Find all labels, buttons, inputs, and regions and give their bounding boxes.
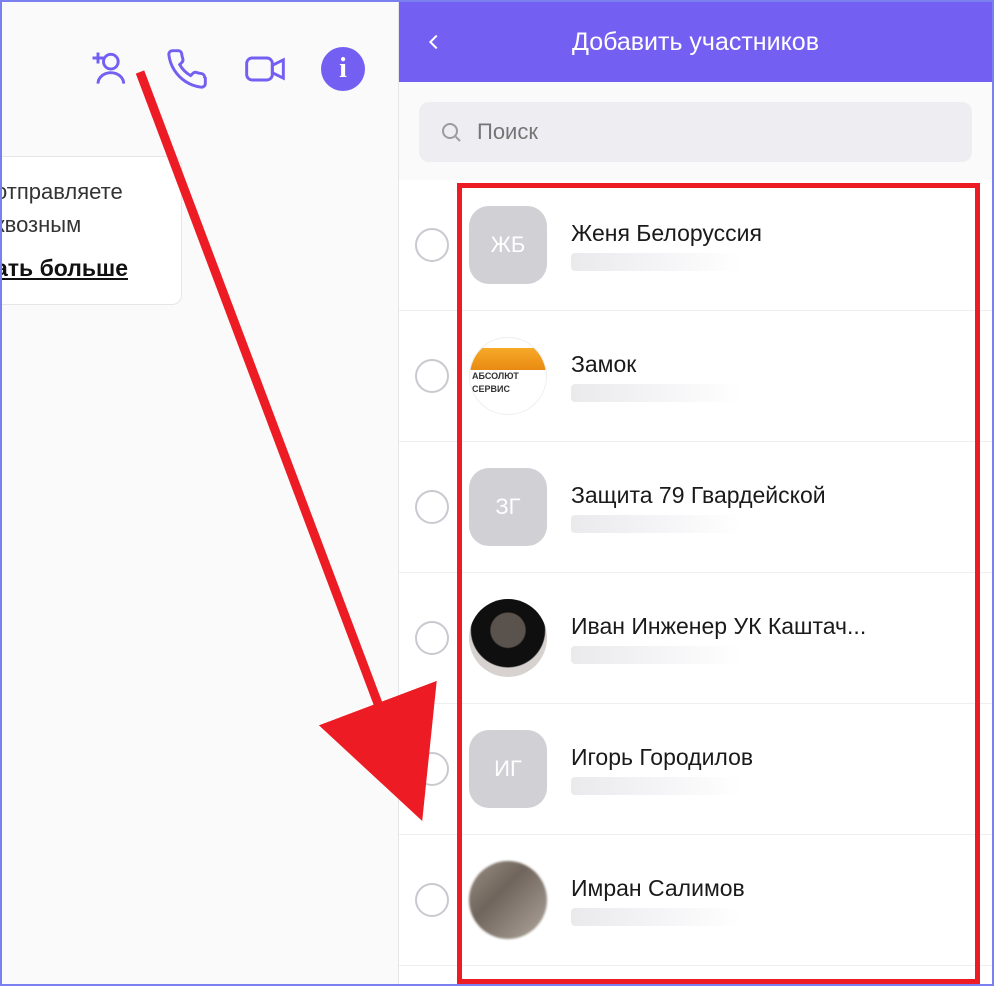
left-toolbar: i (2, 2, 398, 132)
video-icon[interactable] (240, 44, 290, 94)
left-panel: i отправляете квозным ать больше (2, 2, 398, 984)
contact-text: Замок (571, 351, 974, 402)
search-wrap (399, 82, 992, 180)
select-checkbox[interactable] (415, 621, 449, 655)
panel-title: Добавить участников (469, 28, 992, 57)
contact-row[interactable]: ЖБ Женя Белоруссия (399, 180, 992, 311)
search-icon (439, 120, 463, 144)
avatar (469, 599, 547, 677)
select-checkbox[interactable] (415, 883, 449, 917)
contacts-list: ЖБ Женя Белоруссия АБСОЛЮТ СЕРВИС Замок (399, 180, 992, 984)
contact-text: Игорь Городилов (571, 744, 974, 795)
search-field[interactable] (419, 102, 972, 162)
avatar (469, 861, 547, 939)
contact-name: Имран Салимов (571, 875, 974, 902)
contact-sub-blur (571, 253, 741, 271)
contact-text: Женя Белоруссия (571, 220, 974, 271)
search-input[interactable] (477, 119, 952, 145)
encryption-message: отправляете квозным ать больше (2, 156, 182, 305)
add-participants-panel: Добавить участников ЖБ Женя Белоруссия (398, 2, 992, 984)
back-button[interactable] (399, 2, 469, 82)
app-window: i отправляете квозным ать больше Добавит… (0, 0, 994, 986)
panel-header: Добавить участников (399, 2, 992, 82)
select-checkbox[interactable] (415, 752, 449, 786)
contact-name: Иван Инженер УК Каштач... (571, 613, 974, 640)
info-icon[interactable]: i (318, 44, 368, 94)
contact-row[interactable]: ЗГ Защита 79 Гвардейской (399, 442, 992, 573)
add-user-icon[interactable] (84, 44, 134, 94)
contact-sub-blur (571, 646, 741, 664)
select-checkbox[interactable] (415, 490, 449, 524)
avatar: ИГ (469, 730, 547, 808)
contact-row[interactable]: Имран Салимов (399, 835, 992, 966)
contact-row[interactable]: АБСОЛЮТ СЕРВИС Замок (399, 311, 992, 442)
contact-text: Защита 79 Гвардейской (571, 482, 974, 533)
contact-name: Женя Белоруссия (571, 220, 974, 247)
avatar: ЖБ (469, 206, 547, 284)
contact-sub-blur (571, 908, 741, 926)
avatar: АБСОЛЮТ СЕРВИС (469, 337, 547, 415)
contact-row[interactable]: ИГ Игорь Городилов (399, 704, 992, 835)
learn-more-link[interactable]: ать больше (2, 251, 128, 286)
contact-sub-blur (571, 384, 741, 402)
contact-name: Игорь Городилов (571, 744, 974, 771)
msg-line: отправляете (2, 175, 159, 208)
msg-line: квозным (2, 208, 159, 241)
contact-sub-blur (571, 515, 741, 533)
contact-name: Защита 79 Гвардейской (571, 482, 974, 509)
select-checkbox[interactable] (415, 228, 449, 262)
avatar: ЗГ (469, 468, 547, 546)
contact-sub-blur (571, 777, 741, 795)
select-checkbox[interactable] (415, 359, 449, 393)
contact-name: Замок (571, 351, 974, 378)
call-icon[interactable] (162, 44, 212, 94)
contact-text: Имран Салимов (571, 875, 974, 926)
contact-row[interactable]: Иван Инженер УК Каштач... (399, 573, 992, 704)
contact-text: Иван Инженер УК Каштач... (571, 613, 974, 664)
